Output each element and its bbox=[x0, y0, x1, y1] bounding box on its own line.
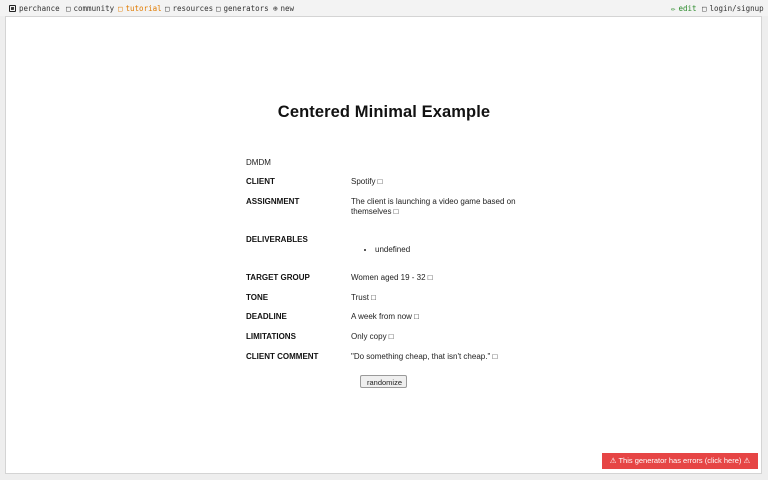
row-value: Women aged 19 - 32 □ bbox=[351, 273, 433, 282]
nav-item-new[interactable]: ⊕ new bbox=[273, 4, 294, 13]
row-label: TARGET GROUP bbox=[246, 273, 310, 282]
nav-label: new bbox=[280, 4, 295, 13]
row-value: A week from now □ bbox=[351, 312, 419, 321]
community-icon: □ bbox=[66, 4, 71, 13]
row-value: The client is launching a video game bas… bbox=[351, 197, 516, 216]
randomize-button[interactable]: randomize bbox=[360, 375, 407, 388]
nav-item-edit[interactable]: ✏ edit bbox=[671, 4, 697, 13]
nav-label: generators bbox=[223, 4, 269, 13]
dice-logo-icon bbox=[9, 5, 16, 12]
generators-icon: □ bbox=[216, 4, 221, 13]
nav-label: tutorial bbox=[125, 4, 162, 13]
nav-item-tutorial[interactable]: □ tutorial bbox=[118, 4, 162, 13]
nav-item-generators[interactable]: □ generators bbox=[216, 4, 269, 13]
top-nav-bar: perchance □ community □ tutorial □ resource… bbox=[0, 0, 768, 16]
nav-item-community[interactable]: □ community bbox=[66, 4, 114, 13]
nav-label: resources bbox=[172, 4, 214, 13]
page-subtitle: DMDM bbox=[246, 158, 271, 167]
nav-label: login/signup bbox=[709, 4, 764, 13]
row-value-list: undefined bbox=[351, 245, 521, 255]
nav-brand-perchance[interactable]: perchance bbox=[9, 4, 60, 13]
tutorial-icon: □ bbox=[118, 4, 123, 13]
row-label: DEADLINE bbox=[246, 312, 287, 321]
user-icon: □ bbox=[702, 4, 707, 13]
row-value: "Do something cheap, that isn't cheap." … bbox=[351, 352, 498, 361]
row-value: Spotify □ bbox=[351, 177, 383, 186]
row-value: Trust □ bbox=[351, 293, 376, 302]
row-label: CLIENT bbox=[246, 177, 275, 186]
row-label: TONE bbox=[246, 293, 269, 302]
generator-errors-banner[interactable]: ⚠ This generator has errors (click here)… bbox=[602, 453, 758, 469]
list-item: undefined bbox=[375, 245, 521, 255]
plus-circle-icon: ⊕ bbox=[273, 4, 278, 13]
nav-item-login[interactable]: □ login/signup bbox=[702, 4, 764, 13]
nav-label: community bbox=[73, 4, 115, 13]
row-label: LIMITATIONS bbox=[246, 332, 296, 341]
nav-item-resources[interactable]: □ resources bbox=[165, 4, 213, 13]
row-value: Only copy □ bbox=[351, 332, 394, 341]
row-label: ASSIGNMENT bbox=[246, 197, 300, 206]
resources-icon: □ bbox=[165, 4, 170, 13]
brand-label: perchance bbox=[19, 4, 60, 13]
deliverables-list: undefined bbox=[351, 245, 521, 255]
nav-label: edit bbox=[678, 4, 697, 13]
row-label: DELIVERABLES bbox=[246, 235, 308, 244]
page-title: Centered Minimal Example bbox=[277, 103, 491, 121]
pencil-icon: ✏ bbox=[671, 4, 676, 13]
row-label: CLIENT COMMENT bbox=[246, 352, 319, 361]
